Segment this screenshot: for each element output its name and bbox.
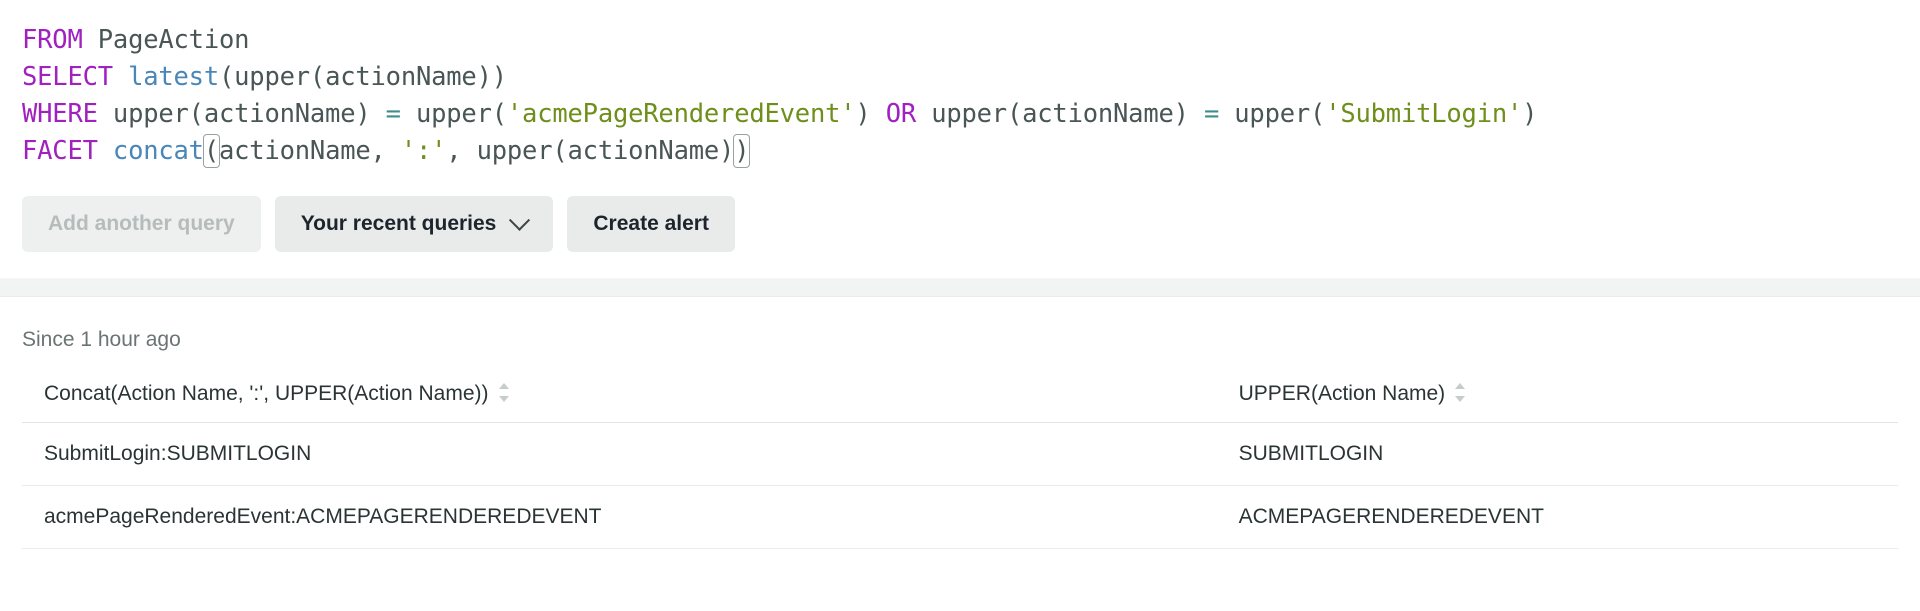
results-table-header: Concat(Action Name, ':', UPPER(Action Na… [22,382,1898,423]
add-another-query-label: Add another query [48,212,235,236]
query-token: ':' [401,136,446,166]
query-code-area[interactable]: FROM PageActionSELECT latest(upper(actio… [22,22,1920,170]
query-token: 'SubmitLogin' [1325,99,1522,129]
query-token: FROM [22,25,83,55]
time-range-label: Since 1 hour ago [22,296,1898,354]
query-token: = [1204,99,1219,129]
text-cursor [749,137,750,165]
sort-updown-icon[interactable] [499,383,510,403]
query-line: FACET concat(actionName, ':', upper(acti… [22,133,1920,170]
column-header-facet[interactable]: Concat(Action Name, ':', UPPER(Action Na… [22,382,1217,423]
cell-value: SUBMITLOGIN [1217,423,1898,486]
query-token: FACET [22,136,98,166]
results-table-body: SubmitLogin:SUBMITLOGIN SUBMITLOGIN acme… [22,423,1898,549]
query-token: PageAction [98,25,250,55]
column-header-value[interactable]: UPPER(Action Name) [1217,382,1898,423]
query-token: , upper(actionName) [446,136,734,166]
query-token: actionName, [219,136,401,166]
table-header-row: Concat(Action Name, ':', UPPER(Action Na… [22,382,1898,423]
query-token: ( [204,135,219,167]
query-token: ) [1522,99,1537,129]
your-recent-queries-label: Your recent queries [301,212,497,236]
query-token: OR [886,99,916,129]
query-token: 'acmePageRenderedEvent' [507,99,856,129]
query-line: WHERE upper(actionName) = upper('acmePag… [22,96,1920,133]
section-divider [0,278,1920,296]
query-toolbar: Add another query Your recent queries Cr… [0,170,1920,252]
query-token: upper(actionName) [916,99,1204,129]
query-token: latest [128,62,219,92]
query-token: upper( [401,99,507,129]
section-divider-band [0,278,1920,297]
table-row[interactable]: SubmitLogin:SUBMITLOGIN SUBMITLOGIN [22,423,1898,486]
query-token: ) [855,99,885,129]
query-token: upper(actionName) [98,99,386,129]
create-alert-label: Create alert [593,212,709,236]
query-token [83,25,98,55]
query-editor[interactable]: FROM PageActionSELECT latest(upper(actio… [0,0,1920,170]
query-token: upper( [1219,99,1325,129]
results-panel: Since 1 hour ago Concat(Action Name, ':'… [0,296,1920,611]
column-header-facet-label: Concat(Action Name, ':', UPPER(Action Na… [44,382,489,405]
query-token: SELECT [22,62,113,92]
cell-facet: SubmitLogin:SUBMITLOGIN [22,423,1217,486]
query-token: (upper(actionName)) [219,62,507,92]
query-token [113,62,128,92]
query-token: = [386,99,401,129]
chevron-down-icon [509,209,530,230]
sort-updown-icon[interactable] [1455,383,1466,403]
results-table: Concat(Action Name, ':', UPPER(Action Na… [22,382,1898,549]
query-token: ) [734,135,749,167]
query-token [98,136,113,166]
your-recent-queries-button[interactable]: Your recent queries [275,196,554,252]
cell-facet: acmePageRenderedEvent:ACMEPAGERENDEREDEV… [22,486,1217,549]
query-token: WHERE [22,99,98,129]
query-token: concat [113,136,204,166]
query-line: FROM PageAction [22,22,1920,59]
column-header-value-label: UPPER(Action Name) [1239,382,1446,405]
create-alert-button[interactable]: Create alert [567,196,735,252]
cell-value: ACMEPAGERENDEREDEVENT [1217,486,1898,549]
nrql-query-builder: FROM PageActionSELECT latest(upper(actio… [0,0,1920,611]
add-another-query-button[interactable]: Add another query [22,196,261,252]
query-line: SELECT latest(upper(actionName)) [22,59,1920,96]
table-row[interactable]: acmePageRenderedEvent:ACMEPAGERENDEREDEV… [22,486,1898,549]
